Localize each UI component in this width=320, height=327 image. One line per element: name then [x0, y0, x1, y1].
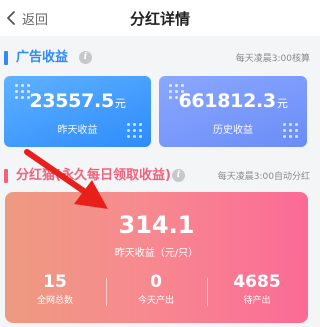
- stat-label: 今天产出: [137, 296, 174, 306]
- info-icon[interactable]: i: [79, 51, 92, 64]
- dividend-card: 314.1 昨天收益（元/只） 15 全网总数 0 今天产出 4685 待产出: [5, 192, 308, 323]
- ad-section-header: 广告收益 i 每天凌晨3:00核算: [0, 48, 320, 68]
- top-bar: 返回 分红详情: [0, 0, 320, 36]
- section-accent-bar: [4, 169, 8, 183]
- dividend-section-title: 分红猫(永久每日领取收益): [16, 168, 171, 183]
- stat-pending-output: 4685 待产出: [207, 272, 307, 306]
- page-title: 分红详情: [129, 10, 190, 28]
- dots-decoration-icon: [127, 123, 143, 139]
- dividend-section-header: 分红猫(永久每日领取收益) i 每天凌晨3:00自动分红: [0, 166, 320, 186]
- dots-decoration-icon: [283, 123, 299, 139]
- historical-revenue-card: 661812.3元 历史收益: [159, 76, 307, 147]
- stat-value: 4685: [233, 272, 281, 292]
- stat-value: 15: [43, 272, 67, 292]
- dividend-yesterday-value: 314.1: [118, 211, 195, 239]
- stat-today-output: 0 今天产出: [106, 272, 206, 306]
- stat-value: 0: [150, 272, 162, 292]
- ad-section-note: 每天凌晨3:00核算: [235, 54, 310, 64]
- dividend-section-note: 每天凌晨3:00自动分红: [217, 172, 310, 182]
- stat-label: 全网总数: [36, 296, 73, 306]
- yesterday-revenue-value: 23557.5元: [29, 90, 126, 112]
- ad-section-title: 广告收益: [16, 50, 69, 65]
- yesterday-revenue-card: 23557.5元 昨天收益: [4, 76, 151, 147]
- info-icon[interactable]: i: [172, 169, 185, 182]
- stat-label: 待产出: [243, 296, 271, 306]
- historical-revenue-value: 661812.3元: [178, 90, 288, 112]
- dividend-yesterday-label: 昨天收益（元/只）: [114, 248, 199, 259]
- section-accent-bar: [4, 51, 8, 65]
- stat-total-network: 15 全网总数: [5, 272, 105, 306]
